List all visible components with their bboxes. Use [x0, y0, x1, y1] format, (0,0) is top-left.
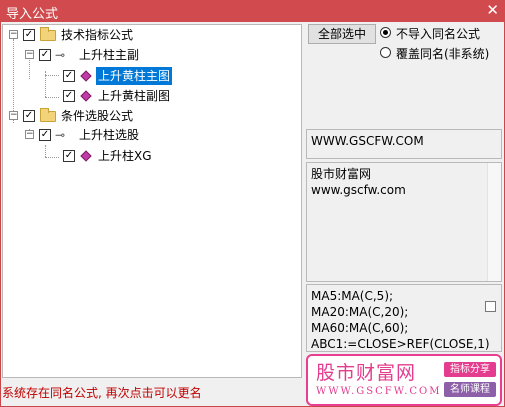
node-checkbox[interactable]: ✓ — [63, 70, 75, 82]
collapse-icon[interactable]: − — [25, 50, 34, 59]
formula-code-box[interactable]: MA5:MA(C,5); MA20:MA(C,20); MA60:MA(C,60… — [306, 284, 502, 352]
formula-tree[interactable]: − ✓ 技术指标公式 − ✓ ⊸ 上升柱主副 ✓ 上升黄柱主图 ✓ 上升黄柱副图… — [2, 24, 302, 378]
folder-icon — [40, 27, 56, 41]
title-bar: 导入公式 ✕ — [0, 0, 505, 22]
tree-node-tech-indicators[interactable]: − ✓ 技术指标公式 — [3, 26, 293, 44]
collapse-icon[interactable]: − — [9, 111, 18, 120]
status-message: 系统存在同名公式, 再次点击可以更名 — [2, 386, 202, 400]
code-line: ABC1:=CLOSE>REF(CLOSE,1) — [311, 337, 490, 351]
node-checkbox[interactable]: ✓ — [23, 110, 35, 122]
key-icon: ⊸ — [55, 48, 66, 62]
close-icon[interactable]: ✕ — [486, 1, 499, 19]
tree-node-label: 条件选股公式 — [61, 109, 134, 123]
window-title: 导入公式 — [6, 7, 59, 22]
formula-gem-icon — [80, 70, 92, 82]
tree-node-label: 上升柱主副 — [79, 48, 140, 62]
watermark-tag: 指标分享 — [444, 362, 496, 377]
tree-node-label: 技术指标公式 — [61, 28, 134, 42]
tree-node-formula[interactable]: ✓ 上升黄柱主图 — [3, 67, 293, 85]
radio-label: 不导入同名公式 — [396, 27, 481, 41]
select-all-button[interactable]: 全部选中 — [308, 24, 376, 44]
url-text: WWW.GSCFW.COM — [311, 134, 424, 148]
formula-gem-icon — [80, 90, 92, 102]
node-checkbox[interactable]: ✓ — [63, 90, 75, 102]
collapse-icon[interactable]: − — [9, 30, 18, 39]
collapse-icon[interactable]: − — [25, 130, 34, 139]
formula-gem-icon — [80, 150, 92, 162]
radio-skip-duplicates[interactable] — [380, 27, 391, 38]
tree-node-formula[interactable]: ✓ 上升黄柱副图 — [3, 87, 293, 105]
tree-node-group[interactable]: − ✓ ⊸ 上升柱选股 — [3, 126, 293, 144]
description-line: www.gscfw.com — [311, 183, 406, 197]
tree-node-label: 上升柱XG — [98, 149, 152, 163]
description-scrollbar[interactable] — [487, 163, 501, 281]
key-icon: ⊸ — [55, 128, 66, 142]
tree-node-label: 上升黄柱主图 — [96, 67, 173, 85]
watermark-logo: 股市财富网 WWW.GSCFW.COM 指标分享 名师课程 — [306, 354, 502, 406]
tree-node-group[interactable]: − ✓ ⊸ 上升柱主副 — [3, 46, 293, 64]
description-line: 股市财富网 — [311, 167, 372, 181]
code-line: MA20:MA(C,20); — [311, 305, 409, 319]
radio-overwrite[interactable] — [380, 47, 391, 58]
tree-node-formula[interactable]: ✓ 上升柱XG — [3, 147, 293, 165]
node-checkbox[interactable]: ✓ — [63, 150, 75, 162]
watermark-brand: 股市财富网 — [316, 362, 417, 384]
node-checkbox[interactable]: ✓ — [23, 29, 35, 41]
tree-node-label: 上升柱选股 — [79, 128, 140, 142]
radio-label: 覆盖同名(非系统) — [396, 47, 490, 61]
watermark-url: WWW.GSCFW.COM — [316, 386, 442, 397]
tree-node-condition-stock[interactable]: − ✓ 条件选股公式 — [3, 107, 293, 125]
node-checkbox[interactable]: ✓ — [39, 129, 51, 141]
tree-node-label: 上升黄柱副图 — [98, 89, 171, 103]
code-option-checkbox[interactable] — [485, 301, 496, 312]
folder-icon — [40, 108, 56, 122]
node-checkbox[interactable]: ✓ — [39, 49, 51, 61]
description-box[interactable]: 股市财富网 www.gscfw.com — [306, 162, 502, 282]
watermark-tag: 名师课程 — [444, 382, 496, 397]
code-line: MA60:MA(C,60); — [311, 321, 409, 335]
url-field: WWW.GSCFW.COM — [306, 129, 502, 159]
code-line: MA5:MA(C,5); — [311, 289, 394, 303]
